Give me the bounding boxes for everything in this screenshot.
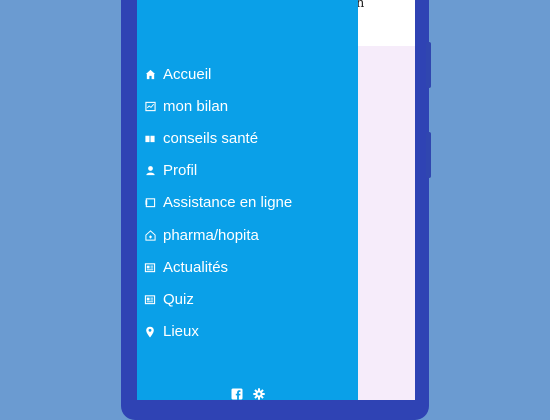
drawer-item-label: Quiz [163,290,194,308]
newspaper-icon [144,261,156,273]
drawer-menu: Accueil mon bilan conseils santé Profil … [137,58,358,348]
drawer-item-quiz[interactable]: Quiz [137,283,358,315]
drawer-item-accueil[interactable]: Accueil [137,58,358,90]
drawer-item-mon-bilan[interactable]: mon bilan [137,90,358,122]
drawer-item-pharma-hopita[interactable]: pharma/hopita [137,219,358,251]
chat-icon [144,197,156,209]
drawer-item-profil[interactable]: Profil [137,155,358,187]
drawer-item-label: Profil [163,162,198,180]
drawer-item-label: Lieux [163,323,199,341]
phone-side-button [426,132,431,178]
drawer-item-conseils-sante[interactable]: conseils santé [137,122,358,154]
chart-icon [144,100,156,112]
book-icon [144,132,156,144]
drawer-item-label: Actualités [163,258,229,276]
drawer-item-label: Assistance en ligne [163,194,293,212]
drawer-item-label: mon bilan [163,97,229,115]
drawer-item-lieux[interactable]: Lieux [137,316,358,348]
newspaper-icon [144,293,156,305]
hospital-icon [144,229,156,241]
user-icon [144,165,156,177]
navigation-drawer: Accueil mon bilan conseils santé Profil … [137,0,358,400]
facebook-icon[interactable] [231,387,243,400]
drawer-footer [231,387,265,400]
drawer-item-label: pharma/hopita [163,226,259,244]
drawer-item-label: conseils santé [163,129,259,147]
gear-icon[interactable] [253,387,265,400]
map-pin-icon [144,326,156,338]
drawer-item-actualites[interactable]: Actualités [137,251,358,283]
drawer-item-assistance[interactable]: Assistance en ligne [137,187,358,219]
home-icon [144,68,156,80]
drawer-item-label: Accueil [163,65,212,83]
phone-side-button [426,42,431,88]
